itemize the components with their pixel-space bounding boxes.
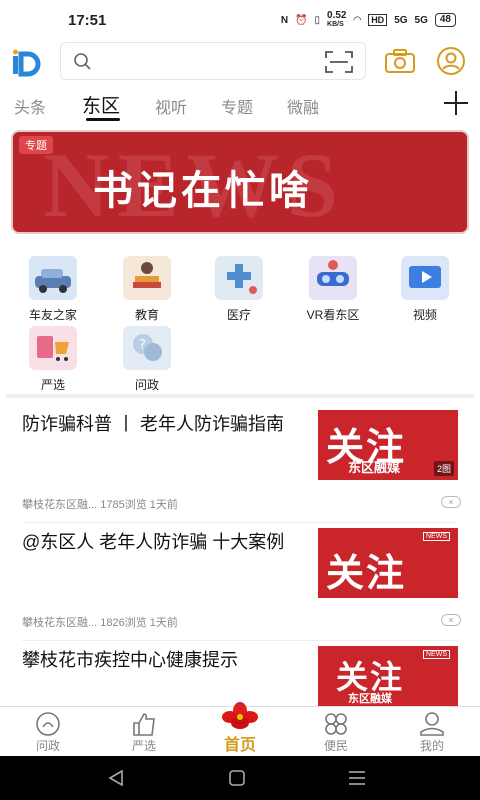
flower-icon <box>222 702 258 729</box>
status-bar: 17:51 N ⏰ ▯ 0.52 KB/S ◠ HD 5G 5G 48 <box>0 0 480 40</box>
scan-icon[interactable] <box>325 51 353 73</box>
grid-item-car[interactable]: 车友之家 <box>8 256 98 323</box>
news-thumbnail: NEWS 关注 <box>318 528 458 598</box>
signal1-icon: 5G <box>394 14 408 26</box>
nav-home[interactable]: 首页 <box>200 702 280 755</box>
news-meta: 攀枝花东区融... 1826浏览 1天前 <box>22 617 178 629</box>
nfc-icon: N <box>280 14 289 26</box>
profile-icon <box>420 712 444 736</box>
question-icon: ? <box>123 326 171 370</box>
svg-text:?: ? <box>139 338 146 353</box>
shopping-icon <box>29 326 77 370</box>
news-divider <box>22 522 458 523</box>
nav-label: 首页 <box>223 737 256 754</box>
grid-item-label: 车友之家 <box>28 308 77 322</box>
alarm-icon: ⏰ <box>295 14 308 26</box>
nav-question[interactable]: 问政 <box>8 707 88 754</box>
news-divider <box>22 640 458 641</box>
wifi-icon: ◠ <box>353 14 362 26</box>
speed-unit: KB/S <box>327 21 344 28</box>
signal2-icon: 5G <box>414 14 428 26</box>
nav-label: 严选 <box>131 739 156 753</box>
thumb-subtitle: 东区融媒 <box>348 460 401 475</box>
nav-label: 便民 <box>323 739 348 753</box>
banner-title: 书记在忙啥 <box>93 167 313 214</box>
news-thumbnail: NEWS 关注 东区融媒 <box>318 646 458 706</box>
thumb-up-icon <box>133 713 155 736</box>
search-icon <box>74 53 91 70</box>
add-icon[interactable] <box>443 90 469 116</box>
tab-underline <box>86 118 120 121</box>
medical-icon <box>215 256 263 300</box>
news-title: @东区人 老年人防诈骗 十大案例 <box>22 532 285 552</box>
speed-value: 0.52 <box>327 10 347 21</box>
thumb-news-tag: NEWS <box>423 650 450 659</box>
grid-item-medical[interactable]: 医疗 <box>194 256 284 323</box>
car-icon <box>29 256 77 300</box>
bottom-nav: 问政 严选 首页 便民 我的 <box>0 702 480 756</box>
tab-headline[interactable]: 头条 <box>14 94 46 118</box>
nav-label: 我的 <box>419 739 444 753</box>
news-title: 防诈骗科普 丨 老年人防诈骗指南 <box>22 414 285 434</box>
thumb-news-tag: NEWS <box>423 532 450 541</box>
grid-item-shopping[interactable]: 严选 <box>8 326 98 393</box>
grid-item-label: 医疗 <box>226 308 251 322</box>
banner[interactable]: NEWS 专题 书记在忙啥 <box>13 132 467 232</box>
status-icons: N ⏰ ▯ 0.52 KB/S ◠ HD 5G 5G 48 <box>281 11 456 29</box>
search-input[interactable] <box>60 42 366 80</box>
app-logo[interactable] <box>10 46 44 80</box>
vibrate-icon: ▯ <box>314 14 321 26</box>
section-divider <box>6 394 474 398</box>
hd-icon: HD <box>368 14 388 26</box>
menu-icon[interactable] <box>348 770 366 786</box>
news-meta: 攀枝花东区融... 1785浏览 1天前 <box>22 499 178 511</box>
back-icon[interactable] <box>108 770 124 786</box>
dismiss-button[interactable]: × <box>441 614 461 626</box>
thumb-title: 关注 <box>326 550 407 595</box>
status-time: 17:51 <box>68 11 107 29</box>
banner-tag: 专题 <box>19 136 53 154</box>
service-grid: 车友之家 教育 医疗 VR看东区 视频 严选 ? 问政 <box>0 250 480 395</box>
dismiss-button[interactable]: × <box>441 496 461 508</box>
thumb-image-count: 2图 <box>433 461 454 476</box>
news-thumbnail: 关注 东区融媒 2图 <box>318 410 458 480</box>
grid-item-label: 问政 <box>134 378 159 392</box>
question-icon <box>36 712 60 736</box>
nav-select[interactable]: 严选 <box>104 707 184 754</box>
search-row <box>0 40 480 84</box>
grid-item-question[interactable]: ? 问政 <box>102 326 192 393</box>
nav-label: 问政 <box>35 739 60 753</box>
thumb-subtitle: 东区融媒 <box>348 693 392 705</box>
tab-video[interactable]: 视听 <box>155 94 187 118</box>
grid-item-video[interactable]: 视频 <box>380 256 470 323</box>
system-nav-bar <box>0 756 480 800</box>
tab-bar: 头条 东区 视听 专题 微融 <box>0 84 480 128</box>
net-speed: 0.52 KB/S <box>327 11 346 29</box>
vr-icon <box>309 256 357 300</box>
home-icon[interactable] <box>229 770 245 786</box>
camera-icon[interactable] <box>384 48 416 74</box>
grid-item-vr[interactable]: VR看东区 <box>288 256 378 323</box>
battery-icon: 48 <box>434 13 456 27</box>
nav-service[interactable]: 便民 <box>296 707 376 754</box>
nav-mine[interactable]: 我的 <box>392 707 472 754</box>
grid-item-label: 视频 <box>412 308 437 322</box>
grid-item-label: 严选 <box>40 378 65 392</box>
news-title: 攀枝花市疾控中心健康提示 <box>22 650 238 670</box>
video-icon <box>401 256 449 300</box>
grid-item-label: 教育 <box>134 308 159 322</box>
user-icon[interactable] <box>436 46 466 76</box>
grid-item-education[interactable]: 教育 <box>102 256 192 323</box>
tab-dongqu[interactable]: 东区 <box>82 91 120 118</box>
grid-item-label: VR看东区 <box>306 308 360 322</box>
tab-weirong[interactable]: 微融 <box>287 94 319 118</box>
education-icon <box>123 256 171 300</box>
tab-special[interactable]: 专题 <box>221 94 253 118</box>
grid-icon <box>325 713 347 735</box>
